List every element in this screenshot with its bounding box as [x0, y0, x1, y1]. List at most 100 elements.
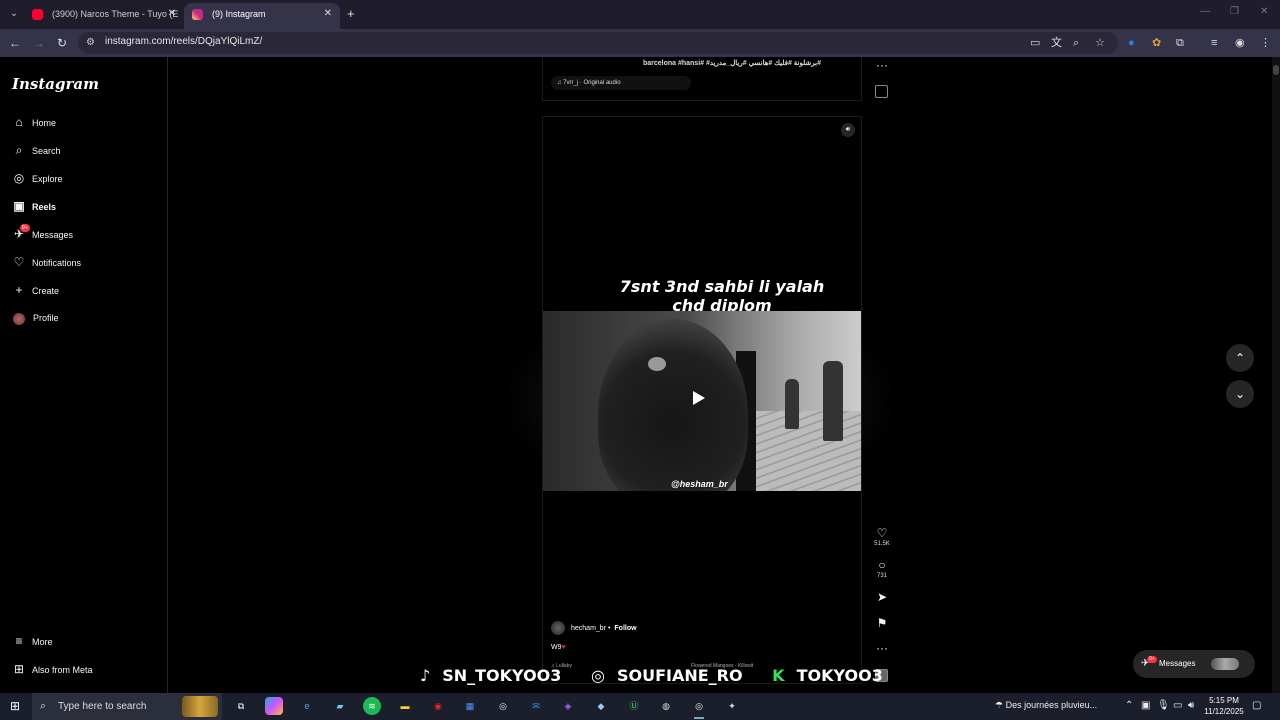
previous-audio-thumbnail[interactable]	[875, 85, 888, 98]
app-icon[interactable]: ✦	[723, 697, 741, 715]
edge-icon[interactable]: e	[298, 697, 316, 715]
sidebar-item-explore[interactable]: ◎ Explore	[12, 168, 63, 188]
windows-start-icon[interactable]: ⊞	[10, 699, 20, 713]
message-avatars	[1211, 658, 1239, 670]
instagram-logo[interactable]: Instagram	[12, 75, 99, 93]
file-explorer-icon[interactable]: ▬	[396, 697, 414, 715]
sidebar-item-messages[interactable]: ✈ Messages 9+	[12, 224, 73, 244]
obs-icon[interactable]: ◍	[657, 697, 675, 715]
weather-icon: ☂	[995, 700, 1006, 710]
cast-icon[interactable]: ▭	[1030, 35, 1040, 51]
media-control-icon[interactable]: ≡	[1211, 35, 1217, 51]
save-icon[interactable]: ⚑	[873, 616, 891, 630]
zoom-icon[interactable]: ⌕	[1073, 35, 1079, 51]
tab-instagram[interactable]: (9) Instagram ✕	[184, 3, 340, 29]
messenger-icon: ✈	[1141, 658, 1150, 669]
video-highlight	[648, 357, 666, 371]
reload-icon[interactable]: ↻	[57, 35, 67, 51]
translate-icon[interactable]: 文	[1051, 35, 1062, 51]
star-icon[interactable]: ☆	[1095, 35, 1105, 51]
mail-icon[interactable]: ✉	[527, 697, 545, 715]
like-icon[interactable]: ♡	[873, 526, 891, 540]
clock-date: 11/12/2025	[1204, 707, 1244, 716]
back-icon[interactable]: ←	[9, 35, 21, 51]
previous-reel-button[interactable]: ⌃	[1226, 344, 1254, 372]
volume-tray-icon[interactable]: 🔊︎	[1188, 700, 1194, 711]
extensions-icon[interactable]: ⧉	[1176, 35, 1184, 51]
menu-icon[interactable]: ⋮	[1260, 35, 1271, 51]
taskbar-search[interactable]: ⌕ Type here to search	[32, 693, 222, 720]
avatar[interactable]	[551, 621, 565, 635]
search-icon: ⌕	[40, 700, 47, 712]
messages-pill[interactable]: ✈ 9+ Messages	[1133, 650, 1255, 678]
tab-search-icon[interactable]: ⌄	[6, 6, 22, 22]
forward-icon[interactable]: →	[33, 35, 45, 51]
close-tab-icon[interactable]: ✕	[324, 3, 332, 25]
app-icon[interactable]: ◉	[429, 697, 447, 715]
home-icon: ⌂	[15, 115, 23, 129]
video-watermark: @hesham_br	[671, 479, 728, 489]
page-scrollbar[interactable]	[1272, 57, 1280, 693]
next-reel-button[interactable]: ⌄	[1226, 380, 1254, 408]
microphone-icon[interactable]: 🎙︎	[1157, 700, 1170, 711]
task-view-icon[interactable]: ⧉	[232, 697, 250, 715]
reel-video[interactable]: @hesham_br	[543, 311, 861, 491]
sidebar-item-also-from-meta[interactable]: ⊞ Also from Meta	[12, 659, 93, 679]
minimize-icon[interactable]: —	[1200, 6, 1210, 17]
steam-icon[interactable]: ◆	[592, 697, 610, 715]
search-icon: ⌕	[15, 143, 23, 157]
close-tab-icon[interactable]: ✕	[168, 3, 176, 25]
chrome-active-icon[interactable]: ◎	[690, 697, 708, 719]
tab-youtube[interactable]: (3900) Narcos Theme - Tuyo (E ✕	[24, 3, 184, 29]
browser-toolbar: ← → ↻ ⚙ instagram.com/reels/DQjaYlQiLmZ/…	[0, 29, 1280, 57]
more-options-icon[interactable]: ···	[873, 58, 891, 72]
more-options-icon[interactable]: ···	[873, 641, 891, 655]
volume-icon[interactable]: 🔊︎	[841, 123, 855, 137]
previous-reel-audio[interactable]: ♫ 7vrr_j · Original audio	[551, 76, 691, 90]
taskbar-clock[interactable]: 5:15 PM 11/12/2025	[1200, 695, 1248, 717]
extension-icon[interactable]: ✿	[1152, 35, 1161, 51]
extension-shield-icon[interactable]: ●	[1128, 35, 1135, 51]
sidebar-item-notifications[interactable]: ♡ Notifications	[12, 252, 81, 272]
taskbar-search-placeholder: Type here to search	[58, 701, 147, 712]
messages-badge: 9+	[20, 224, 30, 232]
spotify-icon[interactable]: ≋	[363, 697, 381, 715]
share-icon[interactable]: ➤	[873, 590, 891, 604]
scrollbar-thumb[interactable]	[1273, 65, 1279, 75]
url-text: instagram.com/reels/DQjaYlQiLmZ/	[105, 36, 263, 47]
separator-dot: •	[607, 624, 611, 632]
sidebar-item-create[interactable]: + Create	[12, 280, 59, 300]
video-head	[598, 319, 748, 491]
clock-time: 5:15 PM	[1209, 696, 1239, 705]
notification-center-icon[interactable]: ▢	[1252, 700, 1261, 711]
network-icon[interactable]: ▭	[1173, 700, 1182, 711]
chrome-icon[interactable]: ◎	[494, 697, 512, 715]
close-window-icon[interactable]: ✕	[1260, 6, 1268, 17]
discord-icon[interactable]: ◈	[559, 697, 577, 715]
comment-icon[interactable]: ○	[873, 558, 891, 572]
profile-icon[interactable]: ◉	[1235, 35, 1245, 51]
maximize-icon[interactable]: ❐	[1230, 6, 1239, 17]
tray-app-icon[interactable]: ▣	[1141, 700, 1150, 711]
upwork-icon[interactable]: Ⓤ	[625, 697, 643, 715]
tray-chevron-icon[interactable]: ⌃	[1125, 700, 1133, 711]
new-tab-button[interactable]: +	[347, 6, 355, 22]
copilot-icon[interactable]	[265, 697, 283, 715]
sidebar-item-home[interactable]: ⌂ Home	[12, 112, 56, 132]
sidebar-item-reels[interactable]: ▣ Reels	[12, 196, 56, 216]
sidebar-item-more[interactable]: ≡ More	[12, 631, 52, 651]
windows-taskbar: ⊞ ⌕ Type here to search ⧉ e ▰ ≋ ▬ ◉ ▦ ◎ …	[0, 693, 1280, 720]
follow-button[interactable]: Follow	[614, 625, 636, 632]
sidebar-item-search[interactable]: ⌕ Search	[12, 140, 61, 160]
weather-widget[interactable]: ☂ Des journées pluvieu...	[995, 700, 1097, 711]
messages-label: Messages	[1159, 659, 1196, 668]
browser-window: ⌄ (3900) Narcos Theme - Tuyo (E ✕ (9) In…	[0, 0, 1280, 720]
notepad-icon[interactable]: ▰	[331, 697, 349, 715]
site-info-icon[interactable]: ⚙	[86, 37, 95, 48]
reel-card[interactable]: 🔊︎ 7snt 3nd sahbi li yalah chd diplom @h…	[542, 116, 862, 684]
address-bar[interactable]: ⚙ instagram.com/reels/DQjaYlQiLmZ/	[78, 32, 1118, 54]
store-icon[interactable]: ▦	[461, 697, 479, 715]
sidebar-item-profile[interactable]: Profile	[12, 308, 59, 328]
author-username[interactable]: hecham_br	[571, 625, 606, 632]
play-icon[interactable]	[693, 391, 705, 405]
